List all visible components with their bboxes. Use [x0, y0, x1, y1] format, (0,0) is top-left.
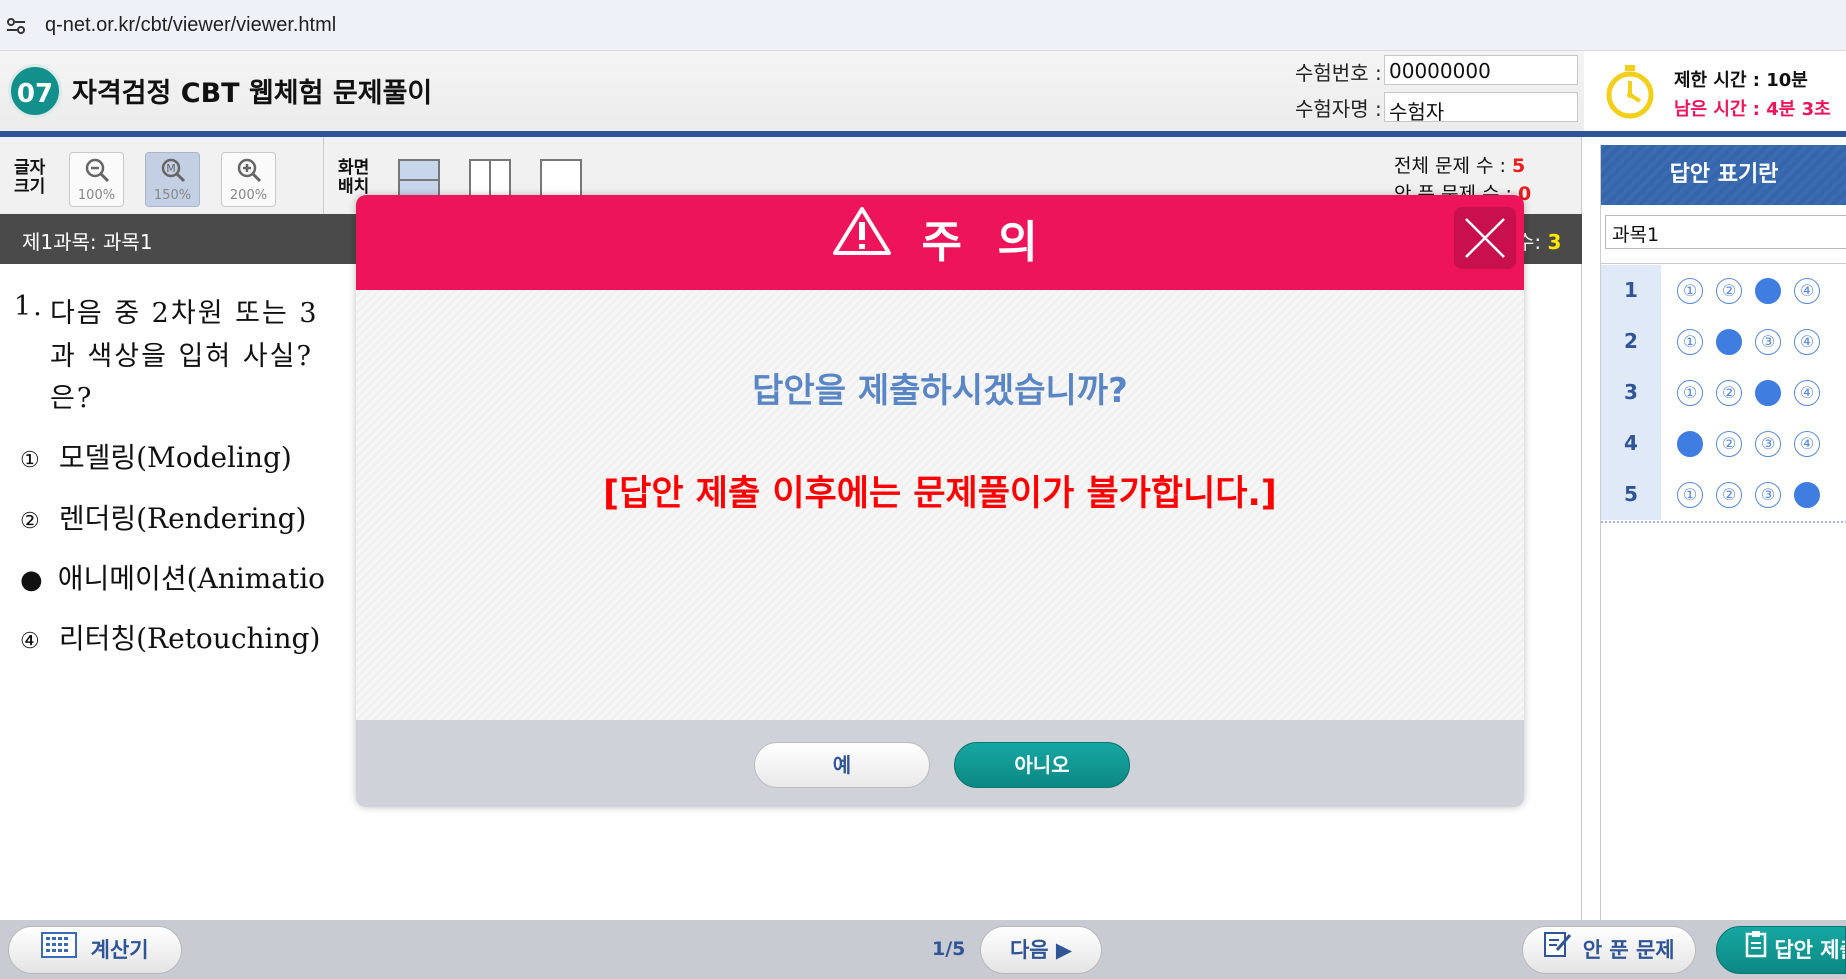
dialog-title: 주 의	[356, 195, 1524, 290]
yes-button[interactable]: 예	[754, 742, 930, 788]
browser-address-bar: q-net.or.kr/cbt/viewer/viewer.html	[0, 0, 1846, 51]
close-icon	[1465, 218, 1505, 258]
dialog-message: 답안을 제출하시겠습니까?	[752, 371, 1128, 411]
site-settings-icon[interactable]	[6, 16, 26, 36]
warning-icon	[832, 195, 892, 289]
url-text[interactable]: q-net.or.kr/cbt/viewer/viewer.html	[45, 14, 336, 37]
dialog-close-button[interactable]	[1454, 207, 1516, 269]
no-button[interactable]: 아니오	[954, 742, 1130, 788]
dialog-footer	[356, 720, 1524, 807]
confirm-dialog: 주 의 답안을 제출하시겠습니까? [답안 제출 이후에는 문제풀이가 불가합니…	[356, 195, 1524, 807]
dialog-warning: [답안 제출 이후에는 문제풀이가 불가합니다.]	[603, 474, 1277, 514]
